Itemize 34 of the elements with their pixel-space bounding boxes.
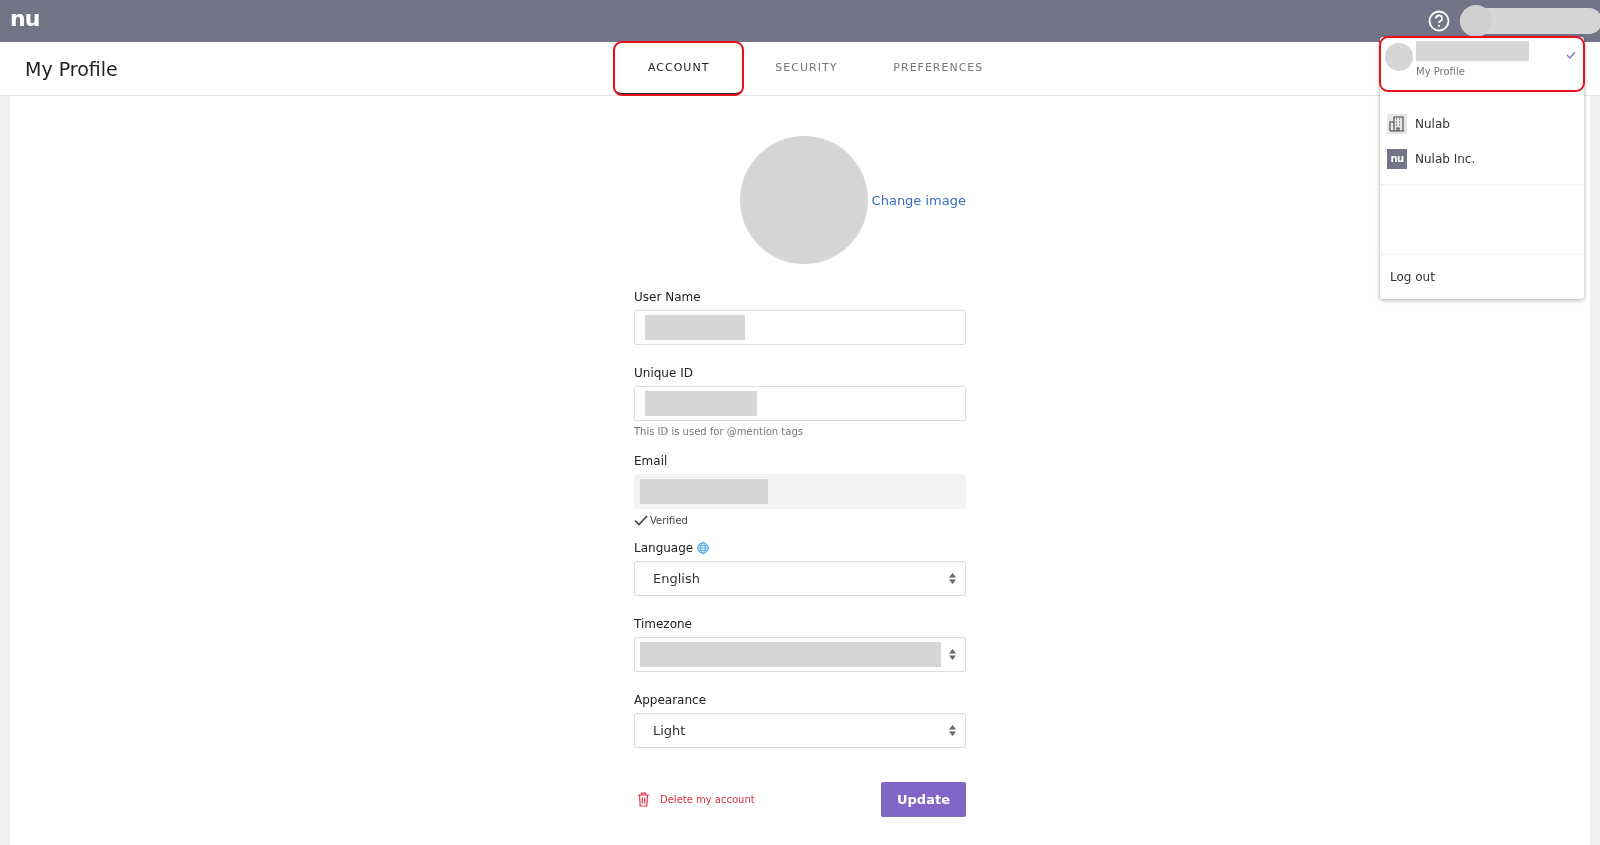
- field-label: Appearance: [634, 693, 707, 707]
- delete-account-link[interactable]: Delete my account: [637, 792, 755, 807]
- help-icon[interactable]: [1428, 10, 1450, 32]
- organization-logo: nu: [1387, 148, 1407, 169]
- sort-arrows-icon: [949, 649, 956, 660]
- verified-label: Verified: [650, 515, 688, 526]
- sort-arrows-icon: [949, 573, 956, 584]
- menu-profile-item[interactable]: My Profile: [1380, 37, 1584, 91]
- tab[interactable]: SECURITY: [751, 42, 862, 95]
- field-hint: This ID is used for @mention tags: [634, 426, 804, 437]
- page-title: My Profile: [24, 56, 119, 82]
- app-logo[interactable]: nu: [10, 8, 40, 30]
- update-button[interactable]: Update: [881, 782, 966, 817]
- change-image-link[interactable]: Change image: [871, 192, 966, 208]
- logout-item[interactable]: Log out: [1380, 255, 1584, 299]
- trash-icon: [637, 792, 650, 807]
- field-label: Email: [634, 454, 668, 468]
- select-field[interactable]: Light: [634, 713, 966, 748]
- organization-item[interactable]: nu Nulab Inc.: [1387, 141, 1584, 176]
- select-field[interactable]: English: [634, 561, 966, 596]
- field-label: Timezone: [634, 617, 692, 631]
- account-button[interactable]: [1460, 8, 1600, 34]
- tab[interactable]: PREFERENCES: [869, 42, 1008, 95]
- select-field[interactable]: [634, 637, 966, 672]
- globe-icon: [697, 542, 710, 554]
- field-label: Language: [634, 541, 694, 555]
- sort-arrows-icon: [949, 725, 956, 736]
- input-field[interactable]: [634, 310, 966, 345]
- field-label: Unique ID: [634, 366, 693, 380]
- tab[interactable]: ACCOUNT: [614, 42, 744, 95]
- organization-item[interactable]: Nulab: [1387, 106, 1584, 141]
- field-label: User Name: [634, 290, 701, 304]
- building-icon: [1387, 113, 1407, 134]
- input-field[interactable]: [634, 386, 966, 421]
